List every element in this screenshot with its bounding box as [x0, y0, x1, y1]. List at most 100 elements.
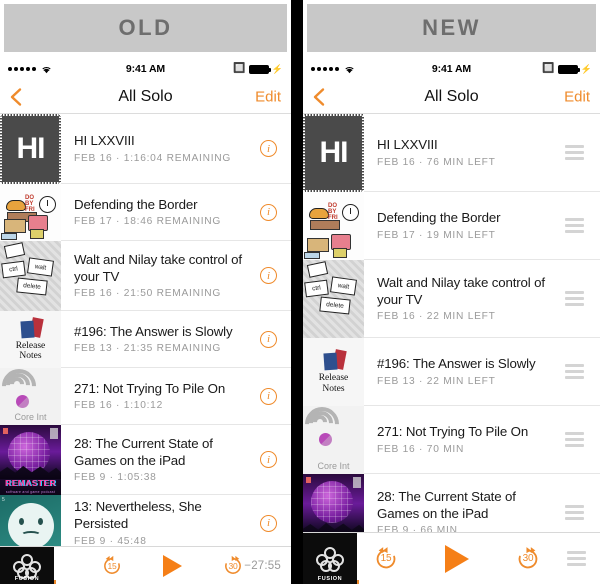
- row-body[interactable]: HI LXXVIII FEB 16 · 76 MIN LEFT: [364, 114, 600, 192]
- row-body[interactable]: 28: The Current State of Games on the iP…: [61, 425, 291, 495]
- episode-list-new[interactable]: HI HI LXXVIII FEB 16 · 76 MIN LEFT DO BY…: [303, 114, 600, 584]
- table-row[interactable]: Release Notes #196: The Answer is Slowly…: [303, 338, 600, 406]
- artwork-label: FUSION: [317, 575, 343, 582]
- page-title: All Solo: [424, 87, 479, 105]
- now-playing-bar[interactable]: FUSION 15: [303, 532, 600, 584]
- table-row[interactable]: HI HI LXXVIII FEB 16 · 76 MIN LEFT: [303, 114, 600, 192]
- artwork-label: Release Notes: [16, 341, 46, 362]
- artwork-key: [3, 242, 26, 259]
- table-row[interactable]: DO BY FRI Defending the Border FEB 17 · 19…: [303, 192, 600, 260]
- row-body[interactable]: Walt and Nilay take control of your TV F…: [61, 241, 291, 311]
- artwork-keyboard: ctrl walt delete: [0, 241, 61, 311]
- episode-meta: FEB 13 · 22 MIN LEFT: [377, 375, 496, 387]
- episode-title: HI LXXVIII: [377, 137, 438, 153]
- table-row[interactable]: ctrl walt delete Walt and Nilay take con…: [303, 260, 600, 338]
- row-body[interactable]: #196: The Answer is Slowly FEB 13 · 22 M…: [364, 338, 600, 406]
- table-row[interactable]: DO BY FRI Defending the Border FEB 17 · 18…: [0, 184, 291, 241]
- episode-meta: FEB 17 · 19 MIN LEFT: [377, 229, 496, 241]
- table-row[interactable]: REMASTER software and game podcast 28: T…: [0, 425, 291, 495]
- row-text: HI LXXVIII FEB 16 · 1:16:04 REMAINING: [74, 126, 250, 171]
- artwork-core-intuition: Core Int: [0, 368, 61, 425]
- edit-button[interactable]: Edit: [564, 88, 590, 105]
- episode-meta: FEB 16 · 70 MIN: [377, 443, 465, 455]
- table-row[interactable]: HI HI LXXVIII FEB 16 · 1:16:04 REMAINING…: [0, 114, 291, 184]
- row-body[interactable]: #196: The Answer is Slowly FEB 13 · 21:3…: [61, 311, 291, 368]
- row-text: Walt and Nilay take control of your TV F…: [377, 268, 555, 330]
- panel-new: NEW 9:41 AM 🔲 ⚡ All Solo Edit HI HI LXXV…: [303, 0, 600, 584]
- info-button[interactable]: i: [260, 451, 277, 468]
- skip-back-label: 15: [380, 553, 392, 564]
- skip-forward-30-button[interactable]: 30: [515, 546, 541, 572]
- episode-meta: FEB 9 · 1:05:38: [74, 472, 157, 484]
- reorder-handle[interactable]: [567, 551, 586, 566]
- artwork-label-line: Notes: [322, 383, 345, 394]
- now-playing-bar[interactable]: FUSION 15: [0, 546, 291, 584]
- reorder-handle[interactable]: [565, 291, 584, 306]
- row-body[interactable]: Walt and Nilay take control of your TV F…: [364, 260, 600, 338]
- caption-new: NEW: [307, 4, 596, 52]
- row-text: Walt and Nilay take control of your TV F…: [74, 245, 250, 307]
- status-time: 9:41 AM: [431, 63, 472, 75]
- row-body[interactable]: Defending the Border FEB 17 · 18:46 REMA…: [61, 184, 291, 241]
- skip-back-15-button[interactable]: 15: [373, 546, 399, 572]
- battery-icon: [248, 64, 271, 74]
- nav-bar: All Solo Edit: [0, 80, 291, 114]
- episode-title: Walt and Nilay take control of your TV: [377, 274, 545, 307]
- player-controls: 15 30 −27:55: [54, 554, 291, 577]
- row-body[interactable]: 271: Not Trying To Pile On FEB 16 · 70 M…: [364, 406, 600, 474]
- info-button[interactable]: i: [260, 267, 277, 284]
- info-button[interactable]: i: [260, 140, 277, 157]
- artwork-face: 5: [0, 495, 61, 552]
- episode-title: #196: The Answer is Slowly: [74, 323, 233, 339]
- info-button[interactable]: i: [260, 203, 277, 221]
- status-bar: 9:41 AM 🔲 ⚡: [303, 58, 600, 80]
- artwork-core-intuition: Core Int: [303, 406, 364, 474]
- artwork-label-line: Release: [15, 340, 46, 351]
- table-row[interactable]: ctrl walt delete Walt and Nilay take con…: [0, 241, 291, 311]
- info-button[interactable]: i: [260, 387, 277, 405]
- play-button[interactable]: [445, 544, 469, 573]
- progress-indicator: [54, 580, 56, 584]
- now-playing-artwork[interactable]: FUSION: [0, 546, 54, 584]
- info-button[interactable]: i: [260, 330, 277, 348]
- info-button[interactable]: i: [260, 514, 277, 532]
- artwork-sublabel: software and game podcast: [5, 490, 56, 494]
- reorder-handle[interactable]: [565, 505, 584, 520]
- artwork-key: walt: [27, 257, 54, 277]
- episode-title: Walt and Nilay take control of your TV: [74, 251, 242, 284]
- table-row[interactable]: 5 13: Nevertheless, She Persisted FEB 9 …: [0, 495, 291, 552]
- artwork-key: delete: [16, 277, 48, 296]
- row-body[interactable]: HI LXXVIII FEB 16 · 1:16:04 REMAINING i: [61, 114, 291, 184]
- now-playing-artwork[interactable]: FUSION: [303, 532, 357, 584]
- skip-forward-30-button[interactable]: 30: [222, 555, 244, 577]
- row-text: 28: The Current State of Games on the iP…: [74, 429, 250, 491]
- reorder-handle[interactable]: [565, 218, 584, 233]
- artwork-keyboard: ctrl walt delete: [303, 260, 364, 338]
- reorder-handle[interactable]: [565, 145, 584, 160]
- row-text: Defending the Border FEB 17 · 19 MIN LEF…: [377, 203, 555, 248]
- episode-meta: FEB 16 · 1:16:04 REMAINING: [74, 152, 232, 164]
- edit-button[interactable]: Edit: [255, 88, 281, 105]
- caption-label: OLD: [118, 15, 173, 40]
- table-row[interactable]: Release Notes #196: The Answer is Slowly…: [0, 311, 291, 368]
- artwork-hi: HI: [303, 114, 364, 192]
- play-button[interactable]: [163, 554, 182, 577]
- skip-back-15-button[interactable]: 15: [101, 555, 123, 577]
- caption-old: OLD: [4, 4, 287, 52]
- row-body[interactable]: 13: Nevertheless, She Persisted FEB 9 · …: [61, 495, 291, 552]
- reorder-handle[interactable]: [565, 364, 584, 379]
- row-body[interactable]: 271: Not Trying To Pile On FEB 16 · 1:10…: [61, 368, 291, 425]
- episode-title: Defending the Border: [377, 210, 501, 226]
- artwork-label: Core Int: [317, 461, 350, 471]
- row-text: 271: Not Trying To Pile On FEB 16 · 70 M…: [377, 417, 555, 462]
- reorder-handle[interactable]: [565, 432, 584, 447]
- table-row[interactable]: Core Int 271: Not Trying To Pile On FEB …: [0, 368, 291, 425]
- row-body[interactable]: Defending the Border FEB 17 · 19 MIN LEF…: [364, 192, 600, 260]
- artwork-label: FUSION: [14, 575, 40, 582]
- row-text: #196: The Answer is Slowly FEB 13 · 21:3…: [74, 317, 250, 362]
- player-controls: 15 30: [357, 544, 557, 573]
- progress-indicator: [357, 580, 359, 584]
- artwork-remaster: REMASTER software and game podcast: [0, 425, 61, 495]
- table-row[interactable]: Core Int 271: Not Trying To Pile On FEB …: [303, 406, 600, 474]
- episode-list-old[interactable]: HI HI LXXVIII FEB 16 · 1:16:04 REMAINING…: [0, 114, 291, 584]
